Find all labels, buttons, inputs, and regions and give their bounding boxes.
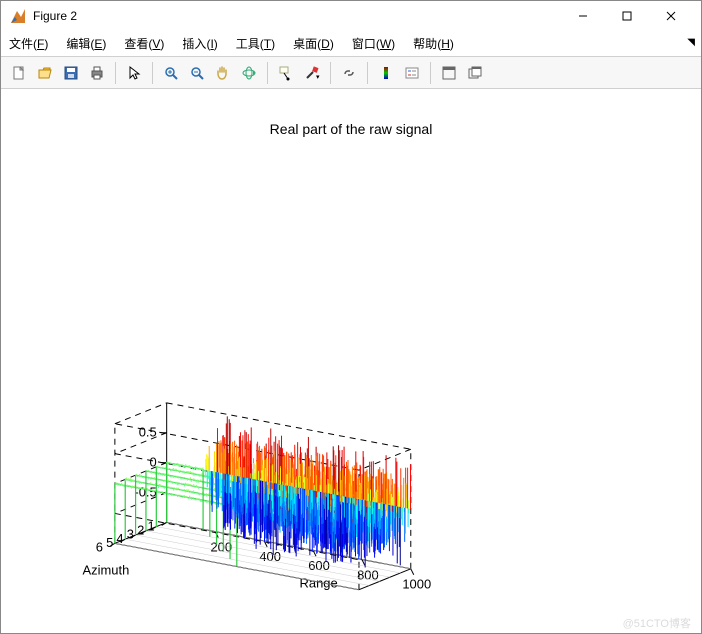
save-button[interactable] [59, 61, 83, 85]
pan-button[interactable] [211, 61, 235, 85]
legend-button[interactable] [400, 61, 424, 85]
svg-text:Range: Range [300, 575, 338, 590]
pointer-button[interactable] [122, 61, 146, 85]
svg-text:5: 5 [106, 535, 113, 550]
maximize-button[interactable] [605, 1, 649, 31]
svg-text:▾: ▾ [316, 74, 320, 81]
axes-3d[interactable]: Real part of the raw signal -0.500.52004… [1, 89, 701, 633]
menu-edit[interactable]: 编辑(E) [66, 35, 106, 52]
window-title: Figure 2 [33, 9, 77, 23]
menu-desktop[interactable]: 桌面(D) [293, 35, 334, 52]
svg-text:200: 200 [210, 540, 232, 555]
new-figure-button[interactable] [7, 61, 31, 85]
titlebar: Figure 2 [1, 1, 701, 31]
toolbar-separator [430, 62, 431, 84]
chart-canvas: -0.500.52004006008001000123456RangeAzimu… [1, 89, 701, 633]
menu-file[interactable]: 文件(F) [9, 35, 48, 52]
figure-window: Figure 2 文件(F) 编辑(E) 查看(V) 插入(I) 工具(T) 桌… [0, 0, 702, 634]
toolbar-separator [115, 62, 116, 84]
menu-help[interactable]: 帮助(H) [413, 35, 454, 52]
svg-text:Azimuth: Azimuth [83, 563, 130, 578]
open-button[interactable] [33, 61, 57, 85]
rotate3d-button[interactable] [237, 61, 261, 85]
svg-text:600: 600 [308, 558, 330, 573]
menu-tools[interactable]: 工具(T) [236, 35, 275, 52]
dock-button[interactable] [437, 61, 461, 85]
close-button[interactable] [649, 1, 693, 31]
print-button[interactable] [85, 61, 109, 85]
svg-text:6: 6 [96, 539, 103, 554]
menu-view[interactable]: 查看(V) [124, 35, 164, 52]
toolbar: ▾ [1, 57, 701, 89]
svg-text:800: 800 [357, 567, 379, 582]
watermark-text: @51CTO博客 [623, 615, 691, 631]
data-cursor-button[interactable] [274, 61, 298, 85]
svg-text:1000: 1000 [402, 577, 431, 592]
colorbar-button[interactable] [374, 61, 398, 85]
menu-insert[interactable]: 插入(I) [182, 35, 217, 52]
undock-button[interactable] [463, 61, 487, 85]
zoom-out-button[interactable] [185, 61, 209, 85]
toolbar-separator [367, 62, 368, 84]
toolbar-separator [330, 62, 331, 84]
menu-window[interactable]: 窗口(W) [352, 35, 395, 52]
matlab-icon [9, 7, 27, 25]
link-button[interactable] [337, 61, 361, 85]
toolbar-separator [152, 62, 153, 84]
zoom-in-button[interactable] [159, 61, 183, 85]
svg-text:400: 400 [259, 549, 281, 564]
minimize-button[interactable] [561, 1, 605, 31]
menubar: 文件(F) 编辑(E) 查看(V) 插入(I) 工具(T) 桌面(D) 窗口(W… [1, 31, 701, 57]
menu-overflow-icon[interactable]: ◥ [687, 37, 695, 48]
toolbar-separator [267, 62, 268, 84]
brush-button[interactable]: ▾ [300, 61, 324, 85]
